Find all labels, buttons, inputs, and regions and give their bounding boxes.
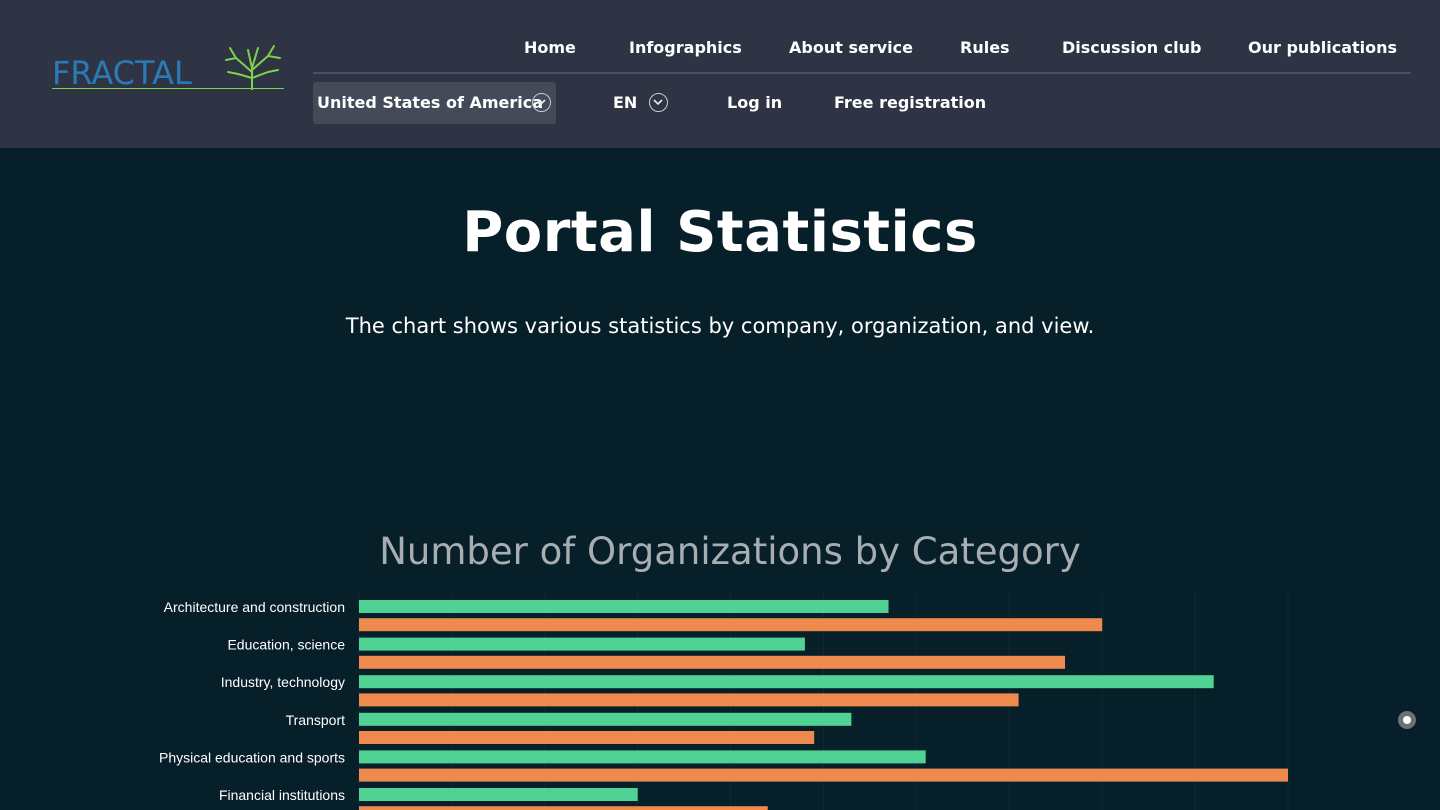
category-label: Industry, technology	[221, 674, 345, 690]
bar-orange[interactable]	[359, 768, 1288, 782]
nav-home[interactable]: Home	[524, 38, 576, 57]
chart-title: Number of Organizations by Category	[379, 530, 1081, 573]
category-label: Transport	[286, 712, 346, 728]
category-label: Physical education and sports	[159, 749, 345, 765]
login-link[interactable]: Log in	[727, 93, 782, 112]
category-label: Education, science	[227, 637, 345, 653]
nav-divider	[313, 72, 1411, 74]
bar-green[interactable]	[359, 600, 889, 613]
page-title: Portal Statistics	[462, 200, 978, 265]
country-select-value: United States of America	[317, 93, 544, 112]
tree-icon	[225, 45, 281, 90]
bar-orange[interactable]	[359, 693, 1019, 707]
bar-orange[interactable]	[359, 618, 1103, 632]
nav-discussion-club[interactable]: Discussion club	[1062, 38, 1201, 57]
organizations-bar-chart: Architecture and construction Education, …	[159, 590, 1289, 810]
nav-our-publications[interactable]: Our publications	[1248, 38, 1397, 57]
category-label: Architecture and construction	[164, 599, 345, 615]
language-select[interactable]: EN	[613, 93, 637, 112]
bar-green[interactable]	[359, 750, 926, 764]
language-chevron-down-icon[interactable]	[649, 93, 668, 112]
fractal-logo[interactable]: FRACTAL	[52, 44, 286, 92]
site-header: FRACTAL Home Infographics About service …	[0, 0, 1440, 148]
nav-infographics[interactable]: Infographics	[629, 38, 742, 57]
scroll-indicator[interactable]	[1398, 711, 1416, 729]
free-registration-link[interactable]: Free registration	[834, 93, 986, 112]
bar-green[interactable]	[359, 788, 638, 801]
bar-orange[interactable]	[359, 731, 815, 744]
main-nav: Home Infographics About service Rules Di…	[313, 28, 1411, 68]
bar-green[interactable]	[359, 712, 852, 726]
logo-text: FRACTAL	[52, 54, 192, 92]
bar-orange[interactable]	[359, 806, 768, 810]
page-subtitle: The chart shows various statistics by co…	[345, 314, 1095, 338]
bar-green[interactable]	[359, 637, 805, 651]
category-label: Financial institutions	[219, 787, 345, 803]
nav-about-service[interactable]: About service	[789, 38, 913, 57]
country-select[interactable]: United States of America	[313, 82, 556, 124]
chevron-down-icon	[532, 93, 551, 112]
bar-green[interactable]	[359, 675, 1214, 689]
bar-orange[interactable]	[359, 655, 1066, 669]
nav-rules[interactable]: Rules	[960, 38, 1010, 57]
